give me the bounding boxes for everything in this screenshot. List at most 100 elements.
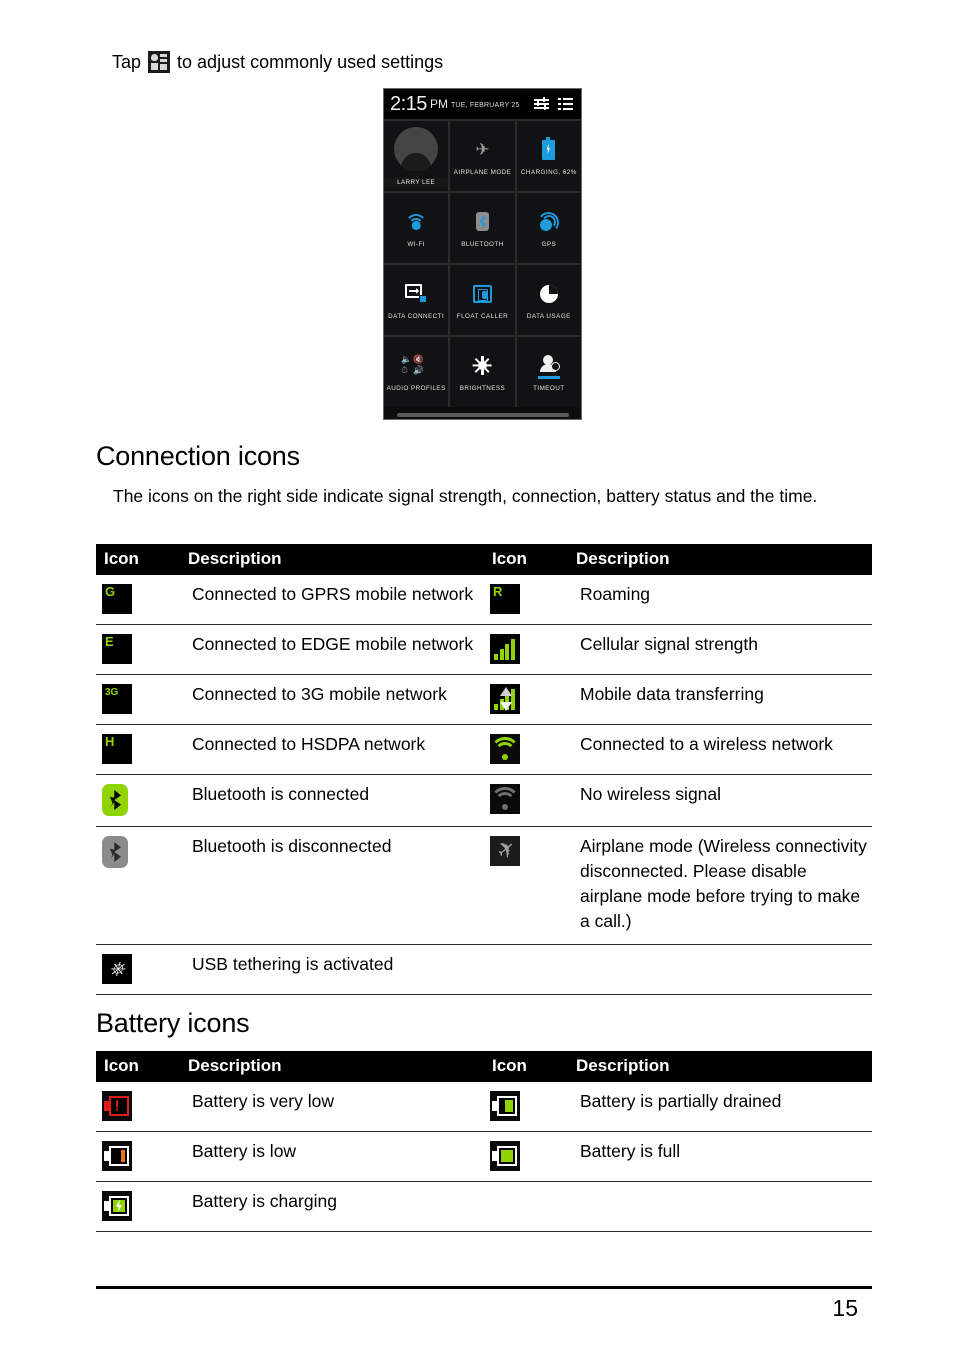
cell-description-empty xyxy=(568,1181,872,1232)
table-row: ! Battery is very low Battery is partial… xyxy=(96,1082,872,1132)
header-description-left: Description xyxy=(180,544,484,575)
cell-icon: E xyxy=(96,624,180,675)
user-avatar-icon xyxy=(394,127,439,171)
table-row: Bluetooth is connected No wireless signa… xyxy=(96,774,872,827)
page-title-battery-icons: Battery icons xyxy=(96,1008,250,1038)
cell-icon xyxy=(484,1131,568,1182)
hsdpa-icon-letter: H xyxy=(105,734,115,749)
cell-description: Battery is charging xyxy=(180,1181,484,1232)
cell-icon: ⎈ xyxy=(96,944,180,995)
tile-gps[interactable]: GPS xyxy=(516,193,581,263)
gps-icon xyxy=(536,209,561,235)
tile-label-profile: LARRY LEE xyxy=(384,178,449,187)
table-header-row: Icon Description Icon Description xyxy=(96,544,872,575)
tile-label-timeout: TIMEOUT xyxy=(533,384,565,392)
cell-description: Battery is very low xyxy=(180,1082,484,1132)
cell-icon xyxy=(96,1131,180,1182)
mobile-data-transfer-icon xyxy=(490,684,520,714)
tile-timeout[interactable]: TIMEOUT xyxy=(516,337,581,407)
usb-tethering-icon: ⎈ xyxy=(102,954,132,984)
bluetooth-disconnected-icon xyxy=(102,836,128,868)
cell-icon xyxy=(96,826,180,945)
wifi-icon xyxy=(405,209,428,235)
airplane-mode-icon: ✈ xyxy=(489,835,520,867)
tile-bluetooth[interactable]: BLUETOOTH xyxy=(450,193,515,263)
signal-strength-icon xyxy=(490,634,520,664)
cell-icon xyxy=(484,1082,568,1132)
intro-text-after: to adjust commonly used settings xyxy=(177,52,444,72)
header-icon-right: Icon xyxy=(484,1051,568,1082)
cell-description: USB tethering is activated xyxy=(180,944,484,995)
cell-icon xyxy=(96,774,180,827)
wifi-connected-icon xyxy=(490,734,520,764)
tile-audio-profiles[interactable]: 🔈 🔇 ⏱ 🔊 AUDIO PROFILES xyxy=(384,337,449,407)
table-header-row: Icon Description Icon Description xyxy=(96,1051,872,1082)
cell-icon: H xyxy=(96,724,180,775)
header-description-left: Description xyxy=(180,1051,484,1082)
cell-description: Cellular signal strength xyxy=(568,624,872,675)
cell-description: Mobile data transferring xyxy=(568,674,872,725)
gprs-icon: G xyxy=(102,584,132,614)
cell-icon-empty xyxy=(484,944,568,995)
cell-icon: ✈ xyxy=(484,826,568,945)
cell-description: Connected to 3G mobile network xyxy=(180,674,484,725)
notification-list-icon[interactable] xyxy=(558,97,573,111)
battery-low-icon xyxy=(102,1141,132,1171)
cell-description: Roaming xyxy=(568,575,872,625)
tile-data-connection[interactable]: DATA CONNECTI xyxy=(384,265,449,335)
tile-float-caller[interactable]: FLOAT CALLER xyxy=(450,265,515,335)
quick-settings-tiles: LARRY LEE ✈ AIRPLANE MODE CHARGING, 62% … xyxy=(384,119,581,407)
page-title-connection-icons: Connection icons xyxy=(96,441,300,471)
cell-description: Bluetooth is connected xyxy=(180,774,484,827)
header-icon-left: Icon xyxy=(96,1051,180,1082)
tile-label-data-connection: DATA CONNECTI xyxy=(388,312,445,320)
tile-brightness[interactable]: BRIGHTNESS xyxy=(450,337,515,407)
timeout-icon xyxy=(537,353,560,379)
bluetooth-connected-icon xyxy=(102,784,128,816)
drag-handle[interactable] xyxy=(384,407,581,419)
battery-full-icon xyxy=(490,1141,520,1171)
hsdpa-icon: H xyxy=(102,734,132,764)
tile-charging[interactable]: CHARGING, 62% xyxy=(516,121,581,191)
3g-icon-letter: 3G xyxy=(105,687,119,698)
tile-label-wifi: WI-FI xyxy=(407,240,425,248)
roaming-icon: R xyxy=(490,584,520,614)
battery-very-low-icon: ! xyxy=(102,1091,132,1121)
table-row: Bluetooth is disconnected ✈ Airplane mod… xyxy=(96,826,872,945)
cell-description: Connected to EDGE mobile network xyxy=(180,624,484,675)
table-row: E Connected to EDGE mobile network Cellu… xyxy=(96,624,872,675)
cell-description: Battery is low xyxy=(180,1131,484,1182)
float-caller-icon xyxy=(472,281,492,307)
cell-description: Connected to GPRS mobile network xyxy=(180,575,484,625)
cell-description: Connected to HSDPA network xyxy=(180,724,484,775)
tile-label-bluetooth: BLUETOOTH xyxy=(461,240,504,248)
battery-partially-drained-icon xyxy=(490,1091,520,1121)
cell-icon: ! xyxy=(96,1082,180,1132)
tile-label-charging: CHARGING, 62% xyxy=(520,168,577,176)
connection-intro-text: The icons on the right side indicate sig… xyxy=(113,486,818,506)
edge-icon-letter: E xyxy=(105,634,114,649)
cell-icon: G xyxy=(96,575,180,625)
tile-profile[interactable]: LARRY LEE xyxy=(384,121,449,191)
header-icon-right: Icon xyxy=(484,544,568,575)
quick-settings-sliders-icon[interactable] xyxy=(534,97,549,111)
cell-icon xyxy=(484,624,568,675)
airplane-icon: ✈ xyxy=(475,140,490,159)
data-connection-icon xyxy=(405,281,428,307)
tile-label-float-caller: FLOAT CALLER xyxy=(456,312,509,320)
tile-label-data-usage: DATA USAGE xyxy=(526,312,571,320)
tile-data-usage[interactable]: DATA USAGE xyxy=(516,265,581,335)
tile-wifi[interactable]: WI-FI xyxy=(384,193,449,263)
phone-screenshot: 2:15 PM TUE, FEBRUARY 25 LARRY LEE ✈ AIR… xyxy=(383,88,582,420)
gprs-icon-letter: G xyxy=(105,584,116,599)
cell-description: Battery is partially drained xyxy=(568,1082,872,1132)
3g-icon: 3G xyxy=(102,684,132,714)
tile-airplane-mode[interactable]: ✈ AIRPLANE MODE xyxy=(450,121,515,191)
table-row: H Connected to HSDPA network Connected t… xyxy=(96,724,872,775)
cell-icon: 3G xyxy=(96,674,180,725)
roaming-icon-letter: R xyxy=(493,584,503,599)
wifi-no-signal-icon xyxy=(490,784,520,814)
intro-line: Tap to adjust commonly used settings xyxy=(112,48,443,76)
status-date: TUE, FEBRUARY 25 xyxy=(450,102,520,109)
battery-icons-table: Icon Description Icon Description ! Batt… xyxy=(96,1051,872,1232)
